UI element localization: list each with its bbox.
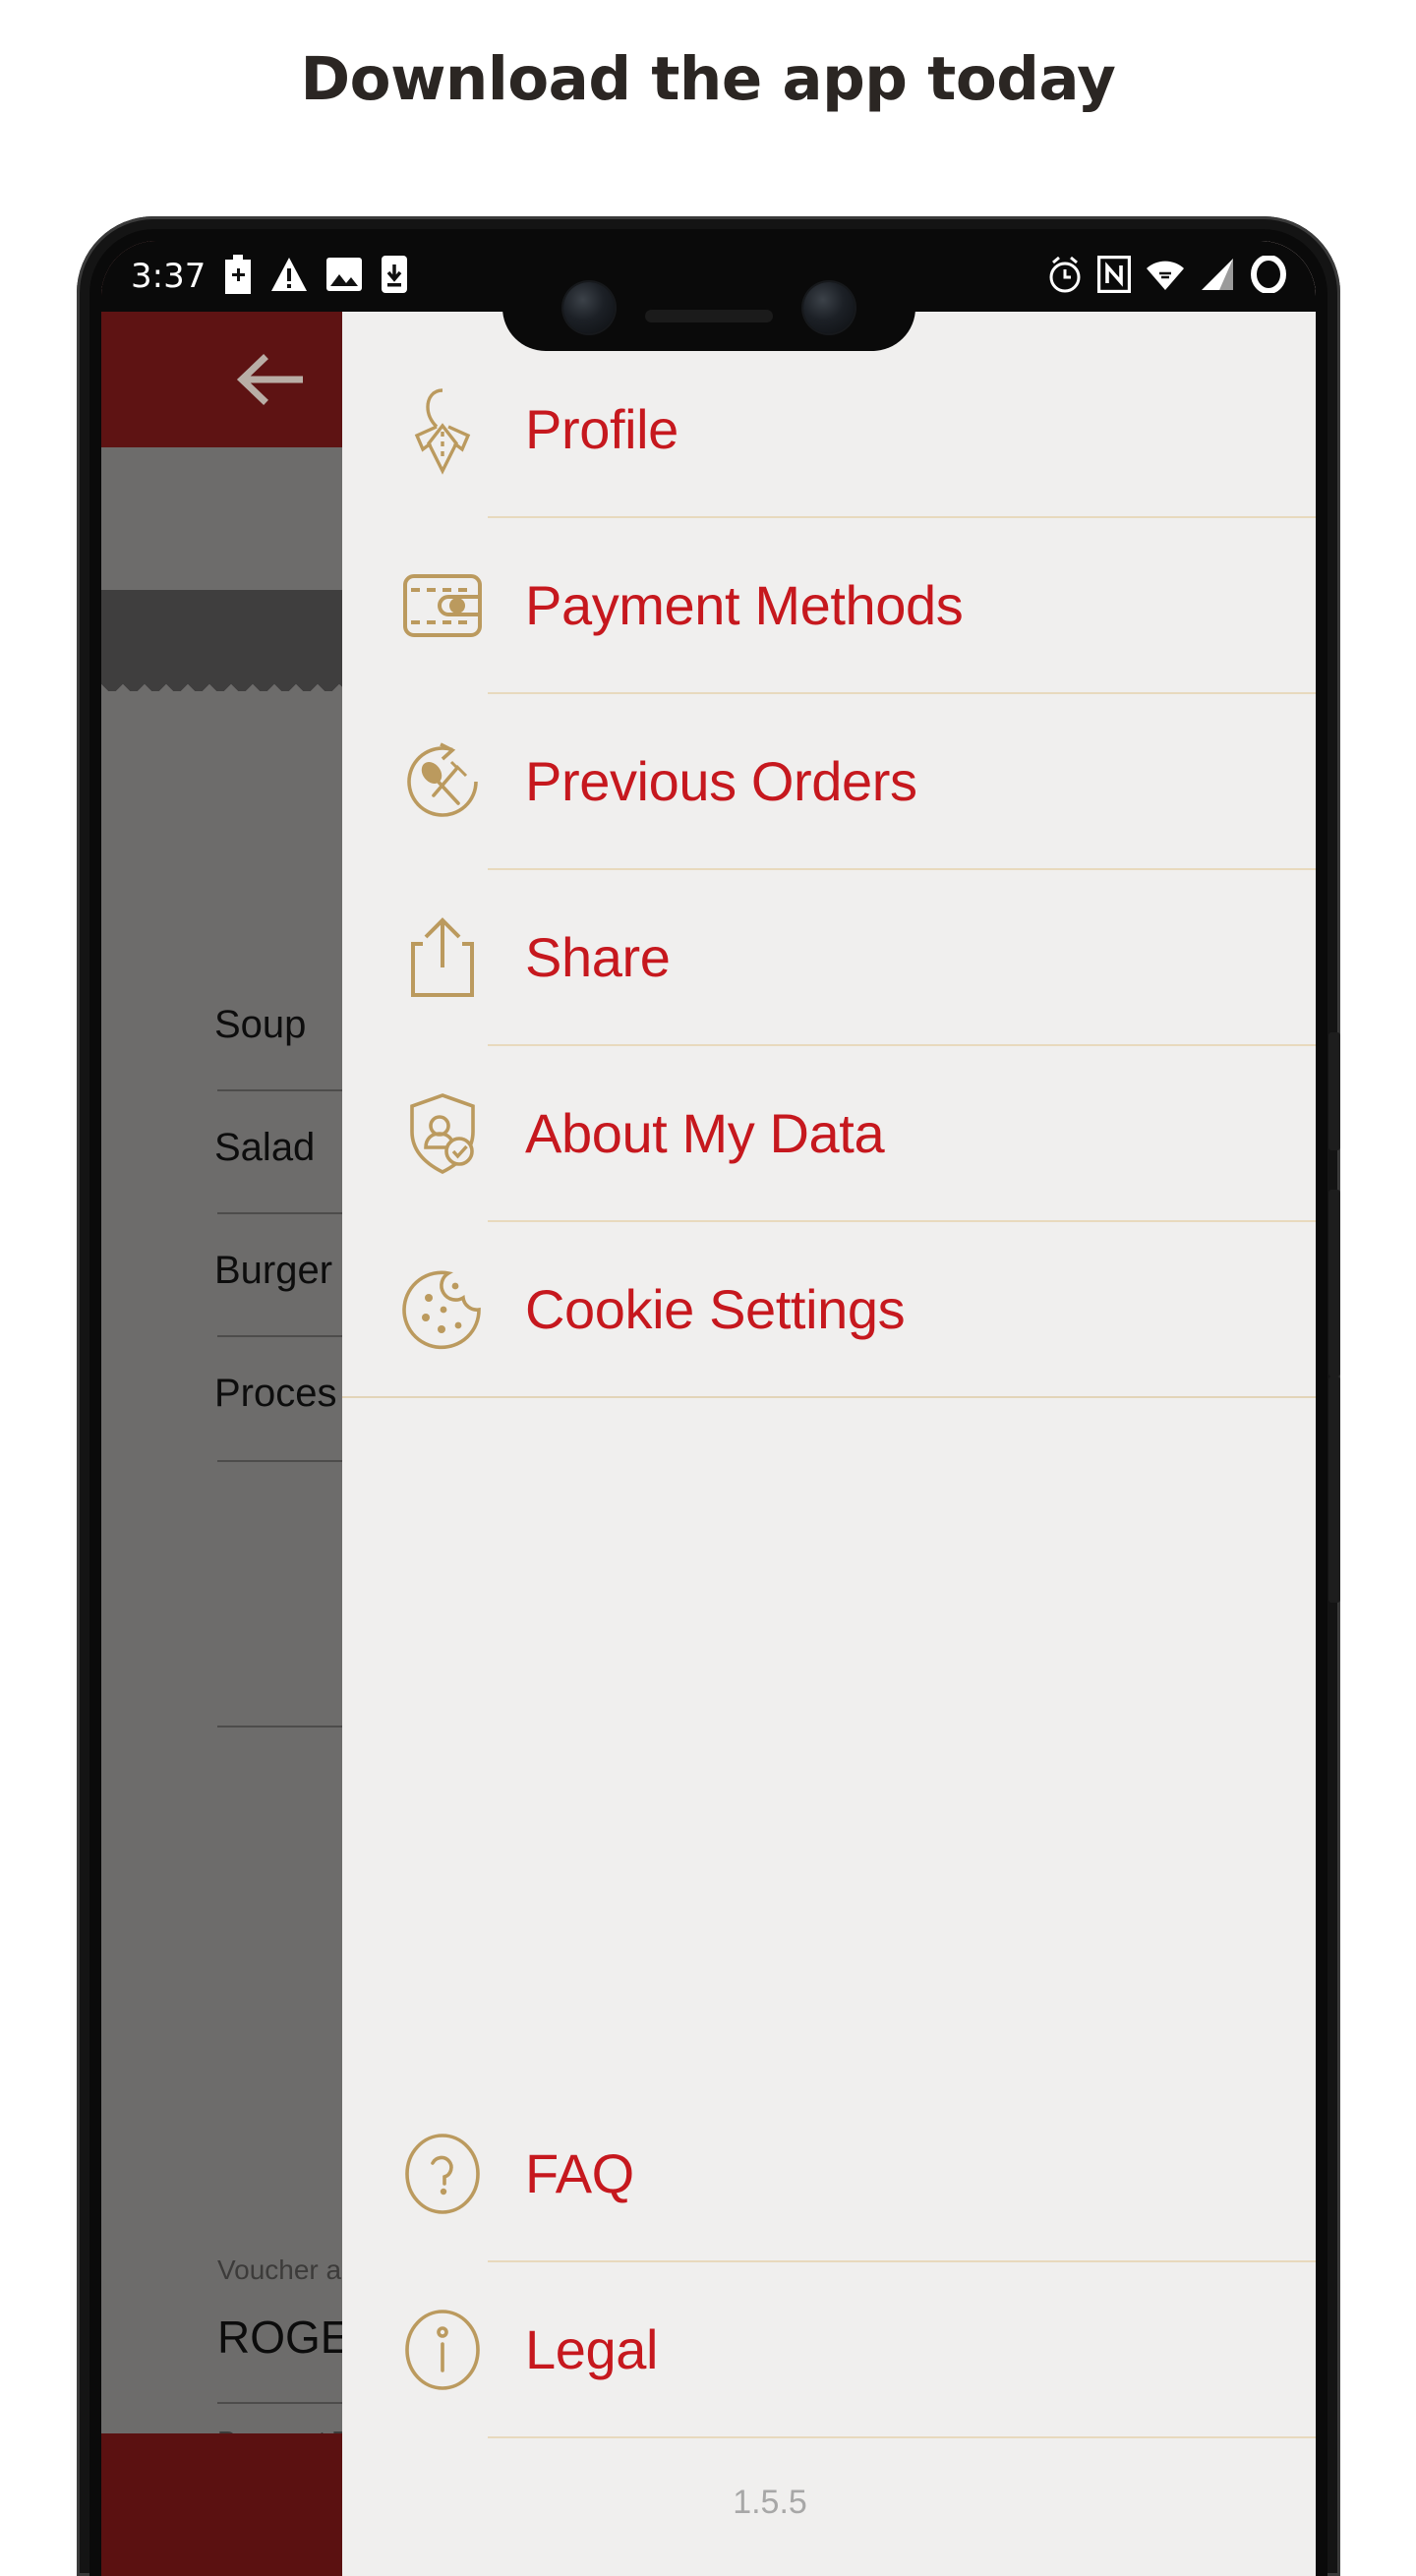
profile-person-icon (397, 384, 488, 475)
shield-person-check-icon (397, 1090, 488, 1177)
wallet-icon (397, 570, 488, 641)
menu-item-payment-methods[interactable]: Payment Methods (342, 518, 1316, 692)
question-circle-icon (397, 2132, 488, 2216)
phone-side-button-1[interactable] (1328, 1032, 1340, 1150)
front-camera-secondary-icon (802, 282, 855, 333)
battery-medical-icon (223, 254, 253, 299)
navigation-drawer: Profile Payment Methods Previous Orders … (342, 241, 1316, 2576)
menu-item-cookie-settings[interactable]: Cookie Settings (342, 1222, 1316, 1396)
phone-bezel: Soup Salad Burger Proces Voucher a ROGER… (89, 229, 1328, 2576)
drawer-secondary-menu: FAQ Legal 1.5.5 (342, 2086, 1316, 2576)
menu-item-previous-orders[interactable]: Previous Orders (342, 694, 1316, 868)
cell-signal-icon (1200, 257, 1237, 297)
menu-item-label: Profile (525, 398, 678, 460)
battery-circle-icon (1251, 254, 1286, 298)
menu-item-about-my-data[interactable]: About My Data (342, 1046, 1316, 1220)
front-camera-icon (562, 282, 615, 333)
phone-frame: Soup Salad Burger Proces Voucher a ROGER… (77, 216, 1340, 2576)
drawer-primary-menu: Profile Payment Methods Previous Orders … (342, 342, 1316, 1398)
share-upload-icon (397, 914, 488, 1001)
warning-triangle-icon (270, 256, 308, 298)
menu-item-share[interactable]: Share (342, 870, 1316, 1044)
alarm-clock-icon (1046, 255, 1084, 299)
menu-item-label: Share (525, 926, 671, 988)
menu-item-label: Legal (525, 2318, 659, 2380)
status-bar-left: 3:37 (101, 254, 408, 299)
earpiece-speaker (644, 310, 773, 322)
menu-item-profile[interactable]: Profile (342, 342, 1316, 516)
voucher-label: Voucher a (217, 2254, 342, 2285)
drawer-spacer (342, 1398, 1316, 2086)
info-circle-icon (397, 2308, 488, 2392)
menu-item-label: Cookie Settings (525, 1278, 906, 1340)
wifi-icon (1145, 257, 1186, 297)
menu-item-legal[interactable]: Legal (342, 2262, 1316, 2436)
menu-item-label: Payment Methods (525, 574, 964, 636)
phone-side-button-2[interactable] (1328, 1190, 1340, 1376)
camera-notch (502, 241, 915, 351)
cutlery-history-icon (397, 740, 488, 823)
download-phone-icon (381, 255, 408, 299)
menu-item-label: About My Data (525, 1102, 885, 1164)
status-time: 3:37 (131, 257, 206, 296)
app-version-label: 1.5.5 (733, 2484, 807, 2521)
status-bar-right (1046, 254, 1316, 299)
menu-item-label: FAQ (525, 2142, 634, 2204)
back-arrow-icon[interactable] (234, 351, 311, 413)
nfc-icon (1097, 255, 1131, 298)
menu-item-faq[interactable]: FAQ (342, 2086, 1316, 2260)
image-icon (325, 257, 363, 297)
menu-item-label: Previous Orders (525, 750, 917, 812)
phone-screen: Soup Salad Burger Proces Voucher a ROGER… (101, 241, 1316, 2576)
page-title: Download the app today (300, 44, 1116, 114)
phone-side-button-3[interactable] (1328, 1376, 1340, 1603)
cookie-icon (397, 1268, 488, 1351)
